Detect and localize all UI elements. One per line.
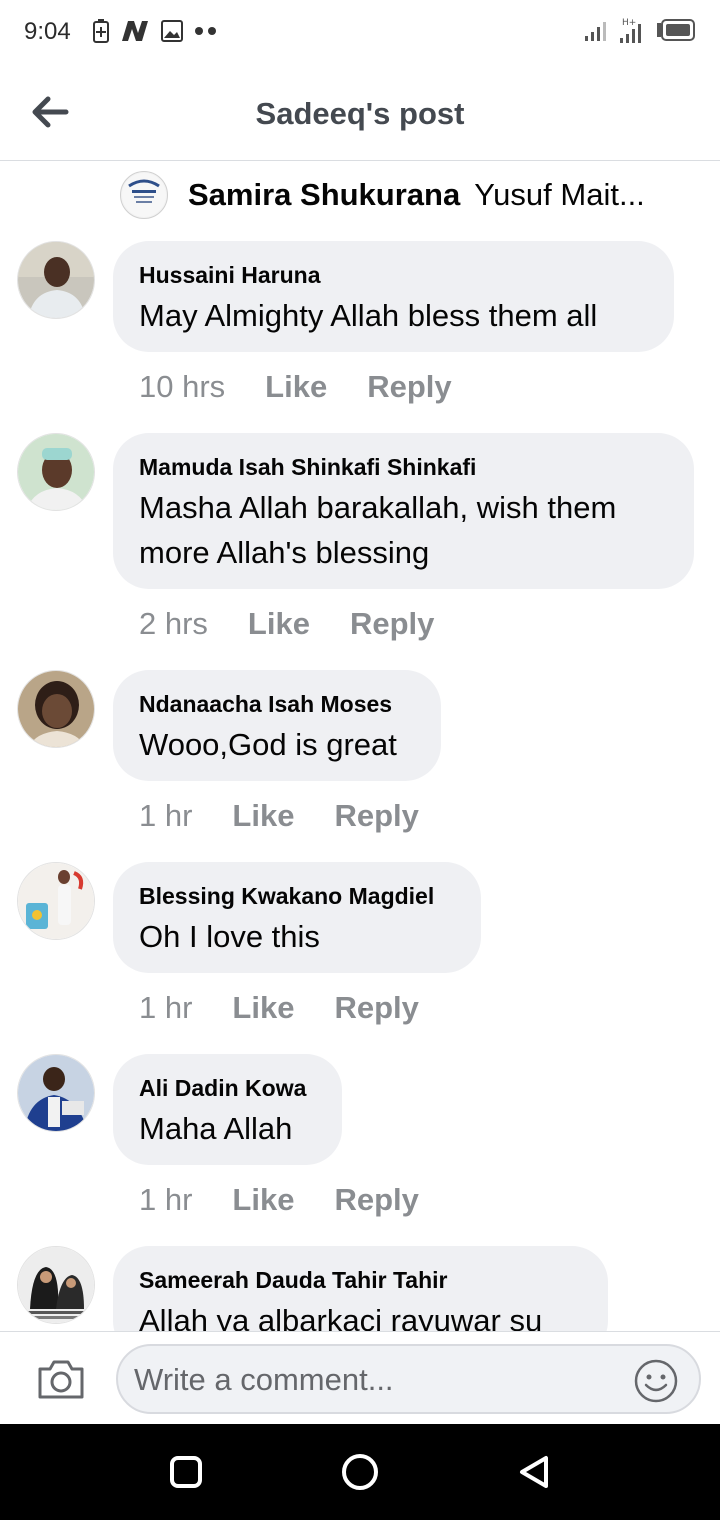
svg-text:H+: H+ (622, 18, 636, 28)
comment-text: Oh I love this (139, 919, 320, 954)
profile-photo-icon (18, 1055, 94, 1131)
comment-timestamp[interactable]: 1 hr (139, 1182, 192, 1218)
gallery-icon (161, 20, 183, 42)
comment-text: Wooo,God is great (139, 727, 397, 762)
reply-button[interactable]: Reply (350, 606, 434, 642)
signal-4g-icon: H+ (620, 18, 641, 43)
comment-author[interactable]: Mamuda Isah Shinkafi Shinkafi (139, 453, 666, 481)
emoji-button[interactable] (633, 1358, 679, 1404)
comment-actions: 1 hr Like Reply (139, 1182, 419, 1218)
comment-timestamp[interactable]: 2 hrs (139, 606, 208, 642)
home-button[interactable] (340, 1452, 380, 1492)
like-button[interactable]: Like (232, 798, 294, 834)
smiley-icon (634, 1359, 678, 1403)
like-button[interactable]: Like (248, 606, 310, 642)
avatar[interactable] (17, 241, 95, 319)
comment-author[interactable]: Hussaini Haruna (139, 261, 646, 289)
back-triangle-icon (520, 1456, 548, 1488)
logo-icon (122, 173, 166, 217)
reply-button[interactable]: Reply (334, 990, 418, 1026)
comment-input-field[interactable] (116, 1344, 701, 1414)
comment-bubble[interactable]: Hussaini Haruna May Almighty Allah bless… (113, 241, 674, 352)
context-tagged-name[interactable]: Yusuf Mait... (474, 177, 645, 213)
signal-icon (585, 22, 606, 41)
camera-icon (38, 1360, 84, 1399)
comment-timestamp[interactable]: 1 hr (139, 798, 192, 834)
system-nav-bar (0, 1424, 720, 1520)
avatar[interactable] (17, 1054, 95, 1132)
page-title: Sadeeq's post (255, 96, 465, 131)
status-notification-icons (92, 18, 218, 44)
comment-actions: 10 hrs Like Reply (139, 369, 452, 405)
profile-photo-icon (18, 242, 94, 318)
comment-author[interactable]: Sameerah Dauda Tahir Tahir (139, 1266, 580, 1294)
avatar[interactable] (17, 1246, 95, 1324)
comment-timestamp[interactable]: 10 hrs (139, 369, 225, 405)
comment-text: Maha Allah (139, 1111, 293, 1146)
page-logo-avatar (120, 171, 168, 219)
app-header: Sadeeq's post (0, 64, 720, 161)
profile-photo-icon (18, 863, 94, 939)
comment-timestamp[interactable]: 1 hr (139, 990, 192, 1026)
comment-text: May Almighty Allah bless them all (139, 298, 598, 333)
like-button[interactable]: Like (232, 990, 294, 1026)
like-button[interactable]: Like (232, 1182, 294, 1218)
like-button[interactable]: Like (265, 369, 327, 405)
comment-actions: 1 hr Like Reply (139, 990, 419, 1026)
comment-input[interactable] (132, 1358, 616, 1402)
battery-saver-icon (93, 19, 109, 43)
reply-button[interactable]: Reply (334, 798, 418, 834)
comment-text: Masha Allah barakallah, wish them more A… (139, 490, 617, 570)
news-app-icon (122, 21, 148, 41)
recents-button[interactable] (166, 1452, 206, 1492)
battery-icon (657, 19, 695, 41)
comment-bubble[interactable]: Ndanaacha Isah Moses Wooo,God is great (113, 670, 441, 781)
reply-button[interactable]: Reply (334, 1182, 418, 1218)
back-nav-button[interactable] (514, 1452, 554, 1492)
home-circle-icon (342, 1454, 378, 1490)
comment-actions: 2 hrs Like Reply (139, 606, 434, 642)
reply-context[interactable]: Samira Shukurana Yusuf Mait... (120, 170, 690, 220)
status-system-icons: H+ (584, 16, 696, 44)
status-time: 9:04 (24, 18, 71, 45)
comment-actions: 1 hr Like Reply (139, 798, 419, 834)
camera-button[interactable] (36, 1357, 86, 1401)
context-author-name[interactable]: Samira Shukurana (188, 177, 460, 213)
comment-bubble[interactable]: Ali Dadin Kowa Maha Allah (113, 1054, 342, 1165)
comment-bubble[interactable]: Mamuda Isah Shinkafi Shinkafi Masha Alla… (113, 433, 694, 589)
avatar[interactable] (17, 670, 95, 748)
status-bar: 9:04 H+ (0, 0, 720, 64)
comment-author[interactable]: Ali Dadin Kowa (139, 1074, 314, 1102)
profile-photo-icon (18, 671, 94, 747)
avatar[interactable] (17, 862, 95, 940)
avatar[interactable] (17, 433, 95, 511)
recents-square-icon (170, 1456, 202, 1488)
more-notifications-icon (195, 27, 216, 35)
comment-bubble[interactable]: Blessing Kwakano Magdiel Oh I love this (113, 862, 481, 973)
comment-author[interactable]: Blessing Kwakano Magdiel (139, 882, 453, 910)
comment-composer (0, 1331, 720, 1425)
comment-author[interactable]: Ndanaacha Isah Moses (139, 690, 413, 718)
reply-button[interactable]: Reply (367, 369, 451, 405)
profile-photo-icon (18, 434, 94, 510)
profile-photo-icon (18, 1247, 94, 1323)
